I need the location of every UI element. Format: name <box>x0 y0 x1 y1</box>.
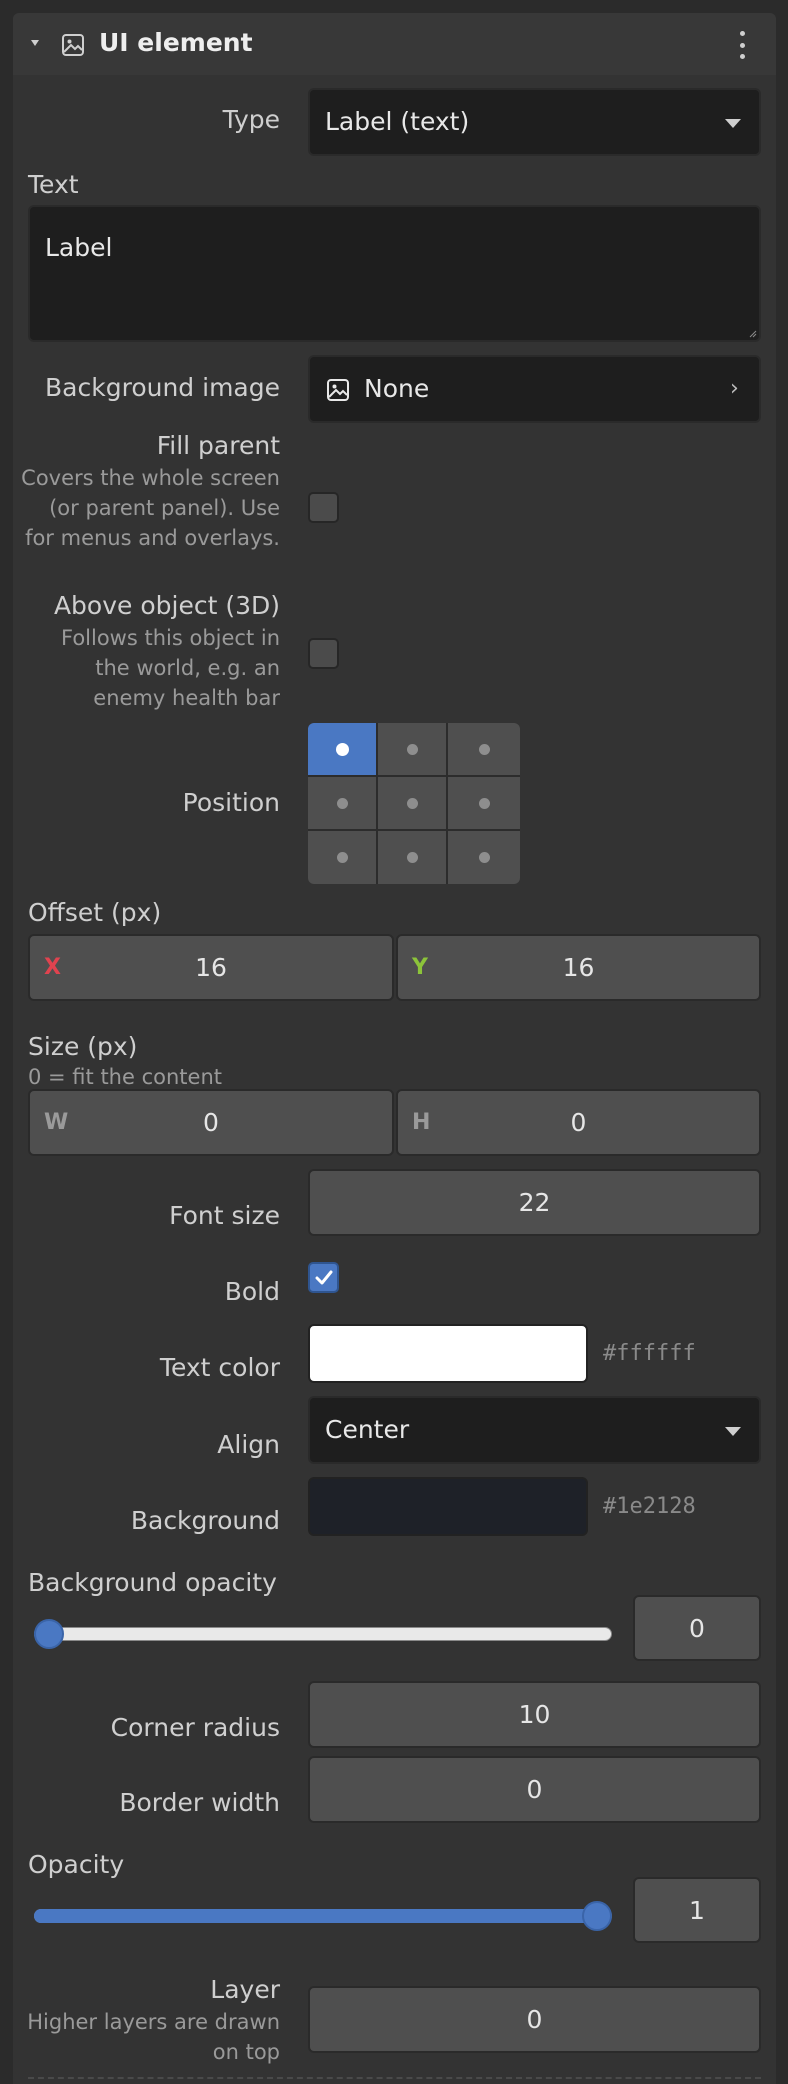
collapse-triangle-icon[interactable] <box>31 40 39 46</box>
y-axis-label: Y <box>412 955 428 980</box>
position-bottom-center[interactable] <box>378 831 446 884</box>
panel-header[interactable]: UI element <box>13 13 776 75</box>
fill-parent-hint: Covers the whole screen (or parent panel… <box>21 466 280 550</box>
text-textarea[interactable]: Label <box>28 205 761 342</box>
w-label: W <box>44 1110 69 1135</box>
corner-radius-field[interactable]: 10 <box>308 1681 761 1748</box>
position-top-left[interactable] <box>308 723 376 775</box>
size-h-value: 0 <box>570 1108 587 1137</box>
align-label: Align <box>217 1430 280 1459</box>
slider-track <box>34 1627 612 1641</box>
opacity-slider[interactable] <box>34 1897 612 1935</box>
text-color-hex: #ffffff <box>603 1341 696 1366</box>
align-select[interactable]: Center <box>308 1396 761 1464</box>
position-bottom-right[interactable] <box>448 831 520 884</box>
background-opacity-field[interactable]: 0 <box>633 1595 761 1661</box>
fill-parent-label: Fill parent <box>156 431 280 460</box>
corner-radius-value: 10 <box>518 1700 551 1729</box>
chevron-down-icon <box>725 1427 741 1436</box>
position-bottom-left[interactable] <box>308 831 376 884</box>
resize-handle-icon[interactable] <box>749 330 757 338</box>
opacity-label: Opacity <box>28 1850 125 1879</box>
text-textarea-value: Label <box>45 233 113 262</box>
position-label: Position <box>182 788 280 817</box>
border-width-value: 0 <box>526 1775 543 1804</box>
size-w-value: 0 <box>203 1108 219 1137</box>
align-select-value: Center <box>325 1415 410 1444</box>
offset-y-value: 16 <box>562 953 595 982</box>
above-object-hint: Follows this object in the world, e.g. a… <box>60 626 280 710</box>
size-h-field[interactable]: H 0 <box>396 1089 761 1156</box>
type-select-value: Label (text) <box>325 107 470 136</box>
slider-fill <box>34 1909 597 1923</box>
offset-y-field[interactable]: Y 16 <box>396 934 761 1001</box>
opacity-value: 1 <box>689 1895 705 1925</box>
bold-checkbox[interactable] <box>308 1262 339 1293</box>
background-image-label: Background image <box>45 373 280 402</box>
slider-thumb[interactable] <box>34 1619 64 1649</box>
offset-x-field[interactable]: X 16 <box>28 934 394 1001</box>
layer-hint: Higher layers are drawn on top <box>27 2010 280 2064</box>
text-color-label: Text color <box>159 1353 280 1382</box>
corner-radius-label: Corner radius <box>110 1713 280 1742</box>
fill-parent-checkbox[interactable] <box>308 492 339 523</box>
type-select[interactable]: Label (text) <box>308 88 761 156</box>
position-grid <box>308 723 520 884</box>
text-label: Text <box>28 170 79 199</box>
x-axis-label: X <box>44 955 61 980</box>
h-label: H <box>412 1110 431 1135</box>
background-opacity-value: 0 <box>689 1613 705 1643</box>
position-top-center[interactable] <box>378 723 446 775</box>
background-color-hex: #1e2128 <box>603 1494 696 1519</box>
text-color-swatch[interactable] <box>308 1324 588 1383</box>
image-icon <box>62 34 84 56</box>
panel-title: UI element <box>99 28 253 57</box>
checkmark-icon <box>315 1270 332 1284</box>
background-opacity-slider[interactable] <box>34 1615 612 1653</box>
font-size-label: Font size <box>169 1201 280 1230</box>
size-label: Size (px) <box>28 1032 138 1061</box>
background-label: Background <box>130 1506 280 1535</box>
layer-field[interactable]: 0 <box>308 1986 761 2053</box>
opacity-field[interactable]: 1 <box>633 1877 761 1943</box>
above-object-checkbox[interactable] <box>308 638 339 669</box>
background-image-picker[interactable]: None › <box>308 355 761 423</box>
background-image-value: None <box>364 374 430 403</box>
slider-thumb[interactable] <box>582 1901 612 1931</box>
above-object-label: Above object (3D) <box>53 591 280 620</box>
size-w-field[interactable]: W 0 <box>28 1089 394 1156</box>
position-middle-left[interactable] <box>308 777 376 829</box>
font-size-value: 22 <box>518 1188 551 1217</box>
layer-label: Layer <box>210 1975 280 2004</box>
position-middle-center[interactable] <box>378 777 446 829</box>
kebab-menu-icon[interactable] <box>737 31 747 59</box>
border-width-field[interactable]: 0 <box>308 1756 761 1823</box>
background-color-swatch[interactable] <box>308 1477 588 1536</box>
bold-label: Bold <box>224 1277 280 1306</box>
size-hint: 0 = fit the content <box>28 1065 222 1089</box>
ui-element-panel: UI element Type Label (text) Text Label … <box>13 13 776 2084</box>
type-label: Type <box>222 105 280 134</box>
image-icon <box>327 379 349 401</box>
background-opacity-label: Background opacity <box>28 1568 277 1597</box>
chevron-right-icon: › <box>730 376 739 401</box>
offset-x-value: 16 <box>195 953 227 982</box>
position-top-right[interactable] <box>448 723 520 775</box>
position-middle-right[interactable] <box>448 777 520 829</box>
offset-label: Offset (px) <box>28 898 162 927</box>
border-width-label: Border width <box>119 1788 280 1817</box>
chevron-down-icon <box>725 119 741 128</box>
bottom-divider <box>28 2077 761 2079</box>
font-size-field[interactable]: 22 <box>308 1169 761 1236</box>
layer-value: 0 <box>526 2005 543 2034</box>
